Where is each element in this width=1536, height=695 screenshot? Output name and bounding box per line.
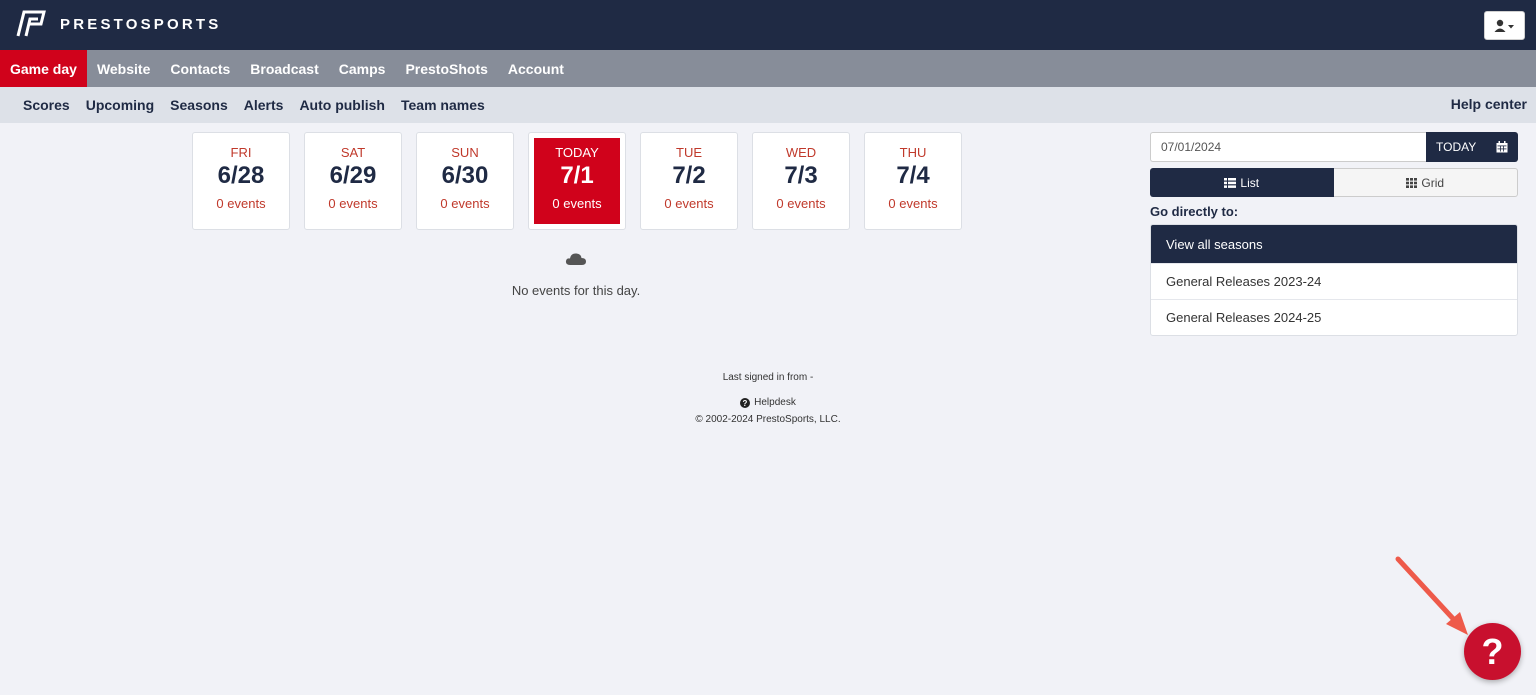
prestosports-logo-icon bbox=[16, 10, 46, 37]
grid-view-label: Grid bbox=[1421, 175, 1445, 190]
day-selector: FRI 6/28 0 events SAT 6/29 0 events SUN … bbox=[192, 132, 962, 230]
day-card-tue[interactable]: TUE 7/2 0 events bbox=[640, 132, 738, 230]
empty-state: No events for this day. bbox=[416, 252, 736, 298]
date-input[interactable] bbox=[1150, 132, 1426, 162]
today-button-label: TODAY bbox=[1436, 140, 1477, 154]
svg-text:?: ? bbox=[743, 399, 748, 408]
list-view-label: List bbox=[1240, 175, 1260, 190]
prestosports-logo[interactable]: PRESTOSPORTS bbox=[14, 10, 221, 38]
helpdesk-label: Helpdesk bbox=[754, 397, 796, 408]
day-event-count: 0 events bbox=[888, 196, 938, 211]
main-nav: Game day Website Contacts Broadcast Camp… bbox=[0, 50, 1536, 87]
nav-account[interactable]: Account bbox=[498, 50, 574, 87]
no-events-message: No events for this day. bbox=[511, 283, 641, 298]
day-event-count: 0 events bbox=[216, 196, 266, 211]
day-date: 6/28 bbox=[217, 162, 265, 189]
day-of-week: FRI bbox=[230, 145, 252, 160]
cloud-icon bbox=[565, 252, 587, 271]
question-circle-icon: ? bbox=[740, 397, 751, 408]
nav-game-day[interactable]: Game day bbox=[0, 50, 87, 87]
subnav-scores[interactable]: Scores bbox=[15, 97, 78, 113]
nav-broadcast[interactable]: Broadcast bbox=[240, 50, 328, 87]
nav-prestoshots[interactable]: PrestoShots bbox=[395, 50, 497, 87]
subnav-team-names[interactable]: Team names bbox=[393, 97, 493, 113]
today-highlight: TODAY 7/1 0 events bbox=[534, 138, 620, 224]
nav-website[interactable]: Website bbox=[87, 50, 160, 87]
grid-view-button[interactable]: Grid bbox=[1333, 168, 1518, 197]
user-icon bbox=[1494, 19, 1514, 32]
day-of-week: THU bbox=[899, 145, 927, 160]
date-navigation-panel: TODAY List bbox=[1150, 132, 1518, 336]
day-date: 7/2 bbox=[672, 162, 706, 189]
day-of-week: TODAY bbox=[555, 145, 599, 160]
view-toggle: List Grid bbox=[1150, 168, 1518, 197]
today-button[interactable]: TODAY bbox=[1426, 132, 1518, 162]
day-card-today[interactable]: TODAY 7/1 0 events bbox=[528, 132, 626, 230]
list-icon bbox=[1224, 177, 1237, 188]
season-link[interactable]: General Releases 2024-25 bbox=[1151, 299, 1517, 335]
subnav-alerts[interactable]: Alerts bbox=[236, 97, 292, 113]
day-event-count: 0 events bbox=[776, 196, 826, 211]
day-card-wed[interactable]: WED 7/3 0 events bbox=[752, 132, 850, 230]
calendar-icon bbox=[1496, 141, 1508, 153]
list-view-button[interactable]: List bbox=[1150, 168, 1334, 197]
brand-name: PRESTOSPORTS bbox=[60, 15, 222, 33]
user-menu-button[interactable] bbox=[1484, 11, 1525, 40]
day-card-sat[interactable]: SAT 6/29 0 events bbox=[304, 132, 402, 230]
subnav-upcoming[interactable]: Upcoming bbox=[78, 97, 162, 113]
top-bar: PRESTOSPORTS bbox=[0, 0, 1536, 50]
date-picker: TODAY bbox=[1150, 132, 1518, 162]
day-date: 7/4 bbox=[896, 162, 930, 189]
day-event-count: 0 events bbox=[552, 196, 602, 211]
day-of-week: WED bbox=[785, 145, 817, 160]
nav-camps[interactable]: Camps bbox=[329, 50, 396, 87]
grid-icon bbox=[1406, 177, 1418, 188]
day-card-thu[interactable]: THU 7/4 0 events bbox=[864, 132, 962, 230]
day-of-week: SAT bbox=[340, 145, 366, 160]
day-date: 6/29 bbox=[329, 162, 377, 189]
question-mark-icon: ? bbox=[1481, 630, 1504, 672]
day-of-week: TUE bbox=[676, 145, 702, 160]
subnav-seasons[interactable]: Seasons bbox=[162, 97, 236, 113]
day-card-sun[interactable]: SUN 6/30 0 events bbox=[416, 132, 514, 230]
footer: Last signed in from - ? Helpdesk © 2002-… bbox=[568, 372, 968, 425]
subnav-auto-publish[interactable]: Auto publish bbox=[291, 97, 393, 113]
help-center-link[interactable]: Help center bbox=[1451, 96, 1527, 112]
day-event-count: 0 events bbox=[440, 196, 490, 211]
day-card-fri[interactable]: FRI 6/28 0 events bbox=[192, 132, 290, 230]
sub-nav: Scores Upcoming Seasons Alerts Auto publ… bbox=[0, 87, 1536, 123]
day-of-week: SUN bbox=[451, 145, 479, 160]
help-chat-button[interactable]: ? bbox=[1464, 623, 1521, 680]
annotation-arrow bbox=[1395, 556, 1468, 635]
last-signed-in: Last signed in from - bbox=[722, 372, 814, 383]
nav-contacts[interactable]: Contacts bbox=[160, 50, 240, 87]
day-date: 6/30 bbox=[441, 162, 489, 189]
copyright: © 2002-2024 PrestoSports, LLC. bbox=[695, 413, 841, 425]
season-list: View all seasons General Releases 2023-2… bbox=[1150, 224, 1518, 336]
day-event-count: 0 events bbox=[328, 196, 378, 211]
day-date: 7/1 bbox=[560, 162, 594, 189]
view-all-seasons-link[interactable]: View all seasons bbox=[1151, 225, 1517, 263]
season-link[interactable]: General Releases 2023-24 bbox=[1151, 263, 1517, 299]
day-date: 7/3 bbox=[784, 162, 818, 189]
day-event-count: 0 events bbox=[664, 196, 714, 211]
go-directly-label: Go directly to: bbox=[1150, 204, 1239, 219]
helpdesk-link[interactable]: ? Helpdesk bbox=[740, 397, 796, 408]
